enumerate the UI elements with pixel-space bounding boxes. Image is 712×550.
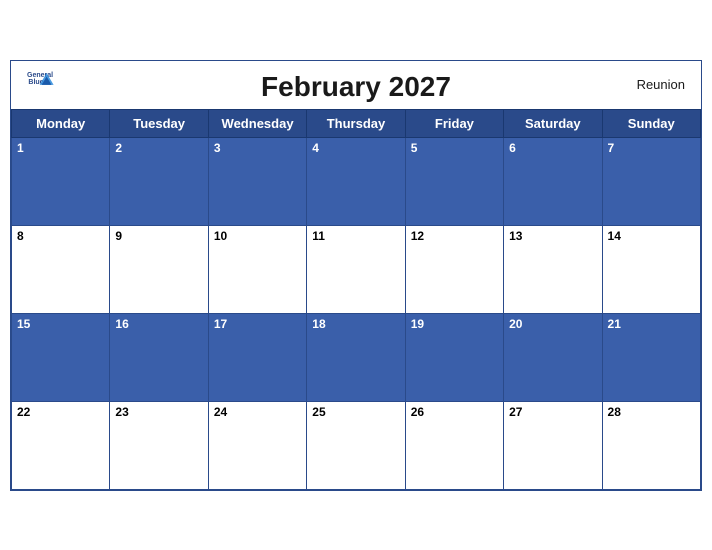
- day-4: 4: [307, 137, 405, 225]
- header-monday: Monday: [12, 109, 110, 137]
- day-5: 5: [405, 137, 503, 225]
- header-wednesday: Wednesday: [208, 109, 306, 137]
- day-28: 28: [602, 401, 700, 489]
- day-9: 9: [110, 225, 208, 313]
- header-thursday: Thursday: [307, 109, 405, 137]
- day-14: 14: [602, 225, 700, 313]
- header-friday: Friday: [405, 109, 503, 137]
- day-20: 20: [504, 313, 602, 401]
- header-saturday: Saturday: [504, 109, 602, 137]
- day-27: 27: [504, 401, 602, 489]
- day-16: 16: [110, 313, 208, 401]
- generalblue-logo-icon: General Blue: [27, 69, 55, 91]
- day-26: 26: [405, 401, 503, 489]
- week-row-1: 1 2 3 4 5 6 7: [12, 137, 701, 225]
- day-11: 11: [307, 225, 405, 313]
- day-23: 23: [110, 401, 208, 489]
- week-row-3: 15 16 17 18 19 20 21: [12, 313, 701, 401]
- day-17: 17: [208, 313, 306, 401]
- calendar-header: General Blue February 2027 Reunion: [11, 61, 701, 109]
- day-25: 25: [307, 401, 405, 489]
- day-22: 22: [12, 401, 110, 489]
- day-13: 13: [504, 225, 602, 313]
- header-sunday: Sunday: [602, 109, 700, 137]
- logo-area: General Blue: [27, 69, 55, 91]
- day-2: 2: [110, 137, 208, 225]
- day-1: 1: [12, 137, 110, 225]
- calendar-container: General Blue February 2027 Reunion Monda…: [10, 60, 702, 491]
- day-8: 8: [12, 225, 110, 313]
- week-row-2: 8 9 10 11 12 13 14: [12, 225, 701, 313]
- day-6: 6: [504, 137, 602, 225]
- weekday-header-row: Monday Tuesday Wednesday Thursday Friday…: [12, 109, 701, 137]
- header-tuesday: Tuesday: [110, 109, 208, 137]
- calendar-title: February 2027: [261, 71, 451, 103]
- day-10: 10: [208, 225, 306, 313]
- region-label: Reunion: [637, 77, 685, 92]
- week-row-4: 22 23 24 25 26 27 28: [12, 401, 701, 489]
- day-12: 12: [405, 225, 503, 313]
- day-24: 24: [208, 401, 306, 489]
- day-7: 7: [602, 137, 700, 225]
- calendar-grid: Monday Tuesday Wednesday Thursday Friday…: [11, 109, 701, 490]
- day-15: 15: [12, 313, 110, 401]
- day-19: 19: [405, 313, 503, 401]
- day-21: 21: [602, 313, 700, 401]
- day-3: 3: [208, 137, 306, 225]
- day-18: 18: [307, 313, 405, 401]
